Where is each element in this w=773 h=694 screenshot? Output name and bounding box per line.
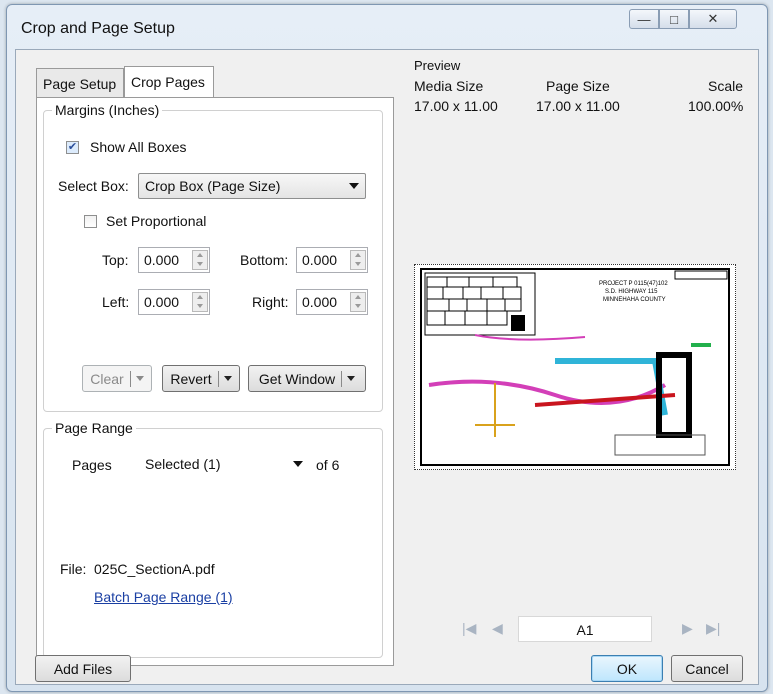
top-margin-spinner[interactable]: 0.000: [138, 247, 210, 273]
next-page-icon: ▶: [682, 620, 693, 636]
previous-page-icon: ◀: [492, 620, 503, 636]
select-box-dropdown[interactable]: Crop Box (Page Size): [138, 173, 366, 199]
pages-dropdown[interactable]: Selected (1): [138, 451, 310, 477]
chevron-down-icon: [349, 183, 359, 189]
chevron-down-icon: [293, 461, 303, 467]
dialog-body: Page Setup Crop Pages Margins (Inches) ✔…: [15, 49, 759, 685]
right-margin-spinner[interactable]: 0.000: [296, 289, 368, 315]
map-drawing-image: PROJECT P 0115(47)102 S.D. HIGHWAY 115 M…: [420, 268, 730, 466]
show-all-boxes-checkbox[interactable]: ✔: [66, 141, 79, 154]
checkmark-icon: ✔: [67, 141, 78, 153]
left-label: Left:: [102, 294, 130, 310]
select-box-value: Crop Box (Page Size): [145, 178, 281, 194]
spin-arrows-icon[interactable]: [192, 250, 208, 270]
media-size-label: Media Size: [414, 78, 484, 94]
chevron-down-icon: [223, 376, 232, 381]
page-preview-thumbnail: PROJECT P 0115(47)102 S.D. HIGHWAY 115 M…: [414, 264, 736, 470]
minimize-button[interactable]: —: [629, 9, 659, 29]
spin-arrows-icon[interactable]: [350, 250, 366, 270]
minimize-icon: —: [637, 11, 651, 27]
thumbnail-highway-title: S.D. HIGHWAY 115: [605, 289, 658, 295]
current-page-value: A1: [576, 622, 594, 638]
set-proportional-label: Set Proportional: [106, 213, 207, 229]
close-icon: ✕: [707, 11, 719, 26]
last-page-icon: ▶|: [706, 620, 721, 636]
page-range-group: Page Range Pages Selected (1) of 6 File:…: [43, 420, 383, 658]
page-count-label: of 6: [316, 457, 340, 473]
scale-label: Scale: [708, 78, 744, 94]
tab-page-setup[interactable]: Page Setup: [36, 68, 124, 97]
page-range-group-label: Page Range: [52, 420, 136, 436]
pages-label: Pages: [72, 457, 112, 473]
get-window-label: Get Window: [258, 370, 336, 387]
right-label: Right:: [252, 294, 289, 310]
maximize-button[interactable]: □: [659, 9, 689, 29]
cancel-button[interactable]: Cancel: [671, 655, 743, 682]
right-margin-value: 0.000: [302, 294, 338, 310]
current-page-field[interactable]: A1: [518, 616, 652, 642]
title-bar: Crop and Page Setup — □ ✕: [7, 5, 767, 49]
spin-arrows-icon[interactable]: [350, 292, 366, 312]
scale-value: 100.00%: [688, 98, 744, 114]
show-all-boxes-label: Show All Boxes: [90, 139, 187, 155]
tab-label: Crop Pages: [131, 74, 205, 90]
first-page-icon: |◀: [462, 620, 477, 636]
bottom-margin-spinner[interactable]: 0.000: [296, 247, 368, 273]
margins-group: Margins (Inches) ✔ Show All Boxes Select…: [43, 102, 383, 412]
batch-page-range-link[interactable]: Batch Page Range (1): [94, 589, 233, 605]
add-files-button[interactable]: Add Files: [35, 655, 131, 682]
page-size-value: 17.00 x 11.00: [536, 98, 620, 114]
cancel-label: Cancel: [685, 660, 729, 677]
tab-control: Page Setup Crop Pages Margins (Inches) ✔…: [36, 66, 394, 666]
next-page-button[interactable]: ▶: [682, 620, 693, 637]
close-button[interactable]: ✕: [689, 9, 737, 29]
get-window-button[interactable]: Get Window: [248, 365, 366, 392]
file-label: File:: [60, 561, 87, 577]
tab-crop-pages[interactable]: Crop Pages: [124, 66, 214, 97]
spin-arrows-icon[interactable]: [192, 292, 208, 312]
clear-label: Clear: [90, 370, 124, 387]
revert-label: Revert: [170, 370, 212, 387]
margins-group-label: Margins (Inches): [52, 102, 163, 118]
pages-value: Selected (1): [145, 456, 221, 472]
media-size-value: 17.00 x 11.00: [414, 98, 498, 114]
select-box-label: Select Box:: [58, 178, 129, 194]
maximize-icon: □: [670, 11, 678, 27]
crop-page-setup-dialog: Crop and Page Setup — □ ✕ Page Setup Cro…: [6, 4, 768, 692]
bottom-label: Bottom:: [240, 252, 289, 268]
page-size-label: Page Size: [546, 78, 610, 94]
thumbnail-county-title: MINNEHAHA COUNTY: [603, 297, 666, 303]
first-page-button[interactable]: |◀: [462, 620, 476, 637]
left-margin-spinner[interactable]: 0.000: [138, 289, 210, 315]
crop-pages-panel: Margins (Inches) ✔ Show All Boxes Select…: [36, 97, 394, 666]
chevron-down-icon: [347, 376, 356, 381]
previous-page-button[interactable]: ◀: [492, 620, 503, 637]
chevron-down-icon: [135, 376, 144, 381]
set-proportional-checkbox[interactable]: [84, 215, 97, 228]
tab-label: Page Setup: [43, 76, 117, 92]
ok-label: OK: [616, 660, 638, 677]
add-files-label: Add Files: [53, 660, 113, 677]
bottom-margin-value: 0.000: [302, 252, 338, 268]
preview-heading: Preview: [414, 58, 461, 73]
left-margin-value: 0.000: [144, 294, 180, 310]
last-page-button[interactable]: ▶|: [706, 620, 720, 637]
window-title: Crop and Page Setup: [21, 20, 175, 37]
thumbnail-project-title: PROJECT P 0115(47)102: [599, 281, 668, 287]
revert-button[interactable]: Revert: [162, 365, 240, 392]
file-name: 025C_SectionA.pdf: [94, 561, 215, 577]
top-label: Top:: [102, 252, 129, 268]
ok-button[interactable]: OK: [591, 655, 663, 682]
clear-button[interactable]: Clear: [82, 365, 152, 392]
top-margin-value: 0.000: [144, 252, 180, 268]
